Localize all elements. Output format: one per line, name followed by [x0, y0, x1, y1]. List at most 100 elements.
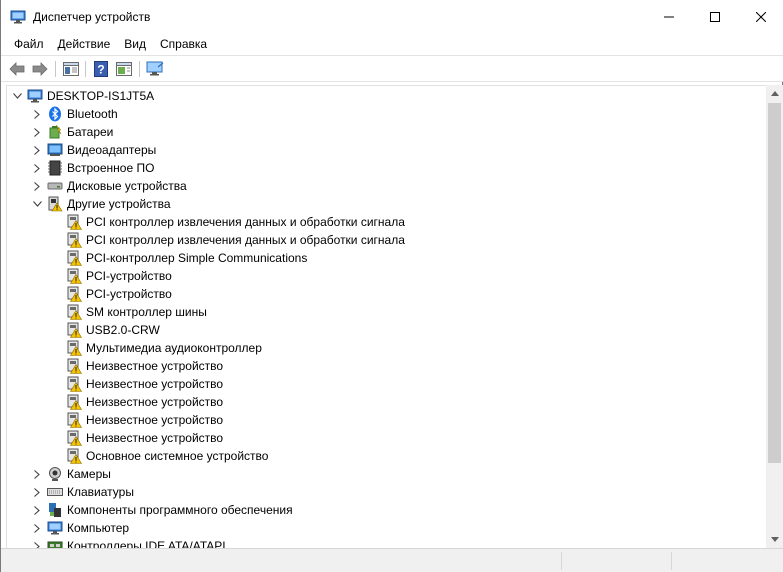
- tree-item-label: Компьютер: [67, 521, 130, 535]
- tree-item-label: Видеоадаптеры: [67, 143, 157, 157]
- chevron-up-icon: [770, 91, 779, 96]
- chevron-right-icon: [34, 109, 40, 119]
- tree-device-item[interactable]: SM контроллер шины: [66, 303, 207, 321]
- expand-toggle[interactable]: [31, 483, 43, 501]
- tree-category-item[interactable]: Видеоадаптеры: [31, 141, 156, 159]
- menu-help[interactable]: Справка: [153, 34, 214, 54]
- battery-icon: [47, 124, 63, 140]
- unknown-device-icon: [66, 322, 82, 338]
- tree-category-item[interactable]: Компоненты программного обеспечения: [31, 501, 293, 519]
- close-icon: [756, 11, 766, 22]
- collapse-toggle[interactable]: [31, 195, 43, 213]
- unknown-device-icon: [66, 304, 82, 320]
- tree-item-label: PCI-устройство: [86, 287, 172, 301]
- tree-category-item[interactable]: Встроенное ПО: [31, 159, 154, 177]
- scroll-down-button[interactable]: [766, 531, 783, 548]
- expand-toggle[interactable]: [31, 501, 43, 519]
- collapse-toggle[interactable]: [11, 87, 23, 105]
- tree-item-label: Дисковые устройства: [67, 179, 187, 193]
- software-component-icon: [47, 502, 63, 518]
- action-pane-button[interactable]: [114, 59, 134, 79]
- tree-device-item[interactable]: PCI-устройство: [66, 267, 172, 285]
- camera-icon: [47, 466, 63, 482]
- tree-device-item[interactable]: PCI контроллер извлечения данных и обраб…: [66, 213, 405, 231]
- chevron-down-icon: [32, 201, 42, 207]
- tree-category-item[interactable]: Компьютер: [31, 519, 129, 537]
- tree-item-label: PCI-контроллер Simple Communications: [86, 251, 308, 265]
- help-icon: ?: [94, 61, 108, 77]
- tree-item-label: Неизвестное устройство: [86, 377, 224, 391]
- back-button[interactable]: [7, 59, 27, 79]
- unknown-device-icon: [66, 286, 82, 302]
- firmware-icon: [47, 160, 63, 176]
- maximize-button[interactable]: [692, 0, 738, 33]
- forward-icon: [32, 62, 48, 76]
- status-pane: [561, 552, 671, 570]
- tree-device-item[interactable]: USB2.0-CRW: [66, 321, 160, 339]
- tree-item-label: Встроенное ПО: [67, 161, 155, 175]
- unknown-device-icon: [66, 340, 82, 356]
- menu-file[interactable]: Файл: [7, 34, 51, 54]
- tree-category-item[interactable]: Батареи: [31, 123, 113, 141]
- tree-category-item[interactable]: Дисковые устройства: [31, 177, 187, 195]
- expand-toggle[interactable]: [31, 519, 43, 537]
- forward-button[interactable]: [30, 59, 50, 79]
- device-tree[interactable]: DESKTOP-IS1JT5A Bluetooth Батареи Видеоадап…: [6, 85, 766, 548]
- help-button[interactable]: ?: [91, 59, 111, 79]
- tree-device-item[interactable]: PCI-устройство: [66, 285, 172, 303]
- tree-device-item[interactable]: Неизвестное устройство: [66, 393, 223, 411]
- device-manager-app-icon: [10, 10, 26, 24]
- disk-drive-icon: [47, 178, 63, 194]
- expand-toggle[interactable]: [31, 105, 43, 123]
- tree-device-item[interactable]: Неизвестное устройство: [66, 357, 223, 375]
- scan-hardware-button[interactable]: [145, 59, 165, 79]
- unknown-device-icon: [66, 250, 82, 266]
- toolbar: ?: [1, 55, 783, 82]
- toolbar-separator: [85, 61, 86, 77]
- window-title: Диспетчер устройств: [33, 10, 151, 24]
- expand-toggle[interactable]: [31, 177, 43, 195]
- tree-device-item[interactable]: PCI-контроллер Simple Communications: [66, 249, 307, 267]
- expand-toggle[interactable]: [31, 537, 43, 548]
- expand-toggle[interactable]: [31, 465, 43, 483]
- close-button[interactable]: [738, 0, 783, 33]
- vertical-scrollbar[interactable]: [766, 85, 783, 548]
- monitor-icon: [146, 61, 164, 76]
- tree-item-label: Bluetooth: [67, 107, 118, 121]
- unknown-device-icon: [66, 358, 82, 374]
- scrollbar-thumb[interactable]: [768, 103, 781, 463]
- display-adapter-icon: [47, 142, 63, 158]
- tree-device-item[interactable]: Неизвестное устройство: [66, 375, 223, 393]
- tree-item-label: Неизвестное устройство: [86, 395, 224, 409]
- tree-root-computer[interactable]: DESKTOP-IS1JT5A: [11, 87, 154, 105]
- title-bar[interactable]: Диспетчер устройств: [1, 0, 783, 33]
- properties-button[interactable]: [61, 59, 81, 79]
- tree-device-item[interactable]: Мультимедиа аудиоконтроллер: [66, 339, 262, 357]
- expand-toggle[interactable]: [31, 159, 43, 177]
- unknown-device-icon: [66, 232, 82, 248]
- tree-item-label: Клавиатуры: [67, 485, 134, 499]
- menu-view[interactable]: Вид: [117, 34, 153, 54]
- menu-action[interactable]: Действие: [51, 34, 118, 54]
- minimize-button[interactable]: [646, 0, 692, 33]
- tree-device-item[interactable]: Основное системное устройство: [66, 447, 268, 465]
- tree-category-other-devices[interactable]: Другие устройства: [31, 195, 171, 213]
- tree-category-item[interactable]: Клавиатуры: [31, 483, 134, 501]
- scroll-up-button[interactable]: [766, 85, 783, 102]
- svg-text:?: ?: [97, 63, 104, 77]
- tree-device-item[interactable]: Неизвестное устройство: [66, 411, 223, 429]
- tree-device-item[interactable]: Неизвестное устройство: [66, 429, 223, 447]
- tree-category-item[interactable]: Bluetooth: [31, 105, 118, 123]
- chevron-right-icon: [34, 163, 40, 173]
- tree-category-item[interactable]: Контроллеры IDE ATA/ATAPI: [31, 537, 226, 548]
- tree-item-label: Неизвестное устройство: [86, 413, 224, 427]
- computer-icon: [27, 88, 43, 104]
- tree-item-label: USB2.0-CRW: [86, 323, 160, 337]
- unknown-device-icon: [66, 376, 82, 392]
- tree-device-item[interactable]: PCI контроллер извлечения данных и обраб…: [66, 231, 405, 249]
- chevron-right-icon: [34, 487, 40, 497]
- tree-category-item[interactable]: Камеры: [31, 465, 111, 483]
- tree-item-label: Мультимедиа аудиоконтроллер: [86, 341, 262, 355]
- expand-toggle[interactable]: [31, 141, 43, 159]
- expand-toggle[interactable]: [31, 123, 43, 141]
